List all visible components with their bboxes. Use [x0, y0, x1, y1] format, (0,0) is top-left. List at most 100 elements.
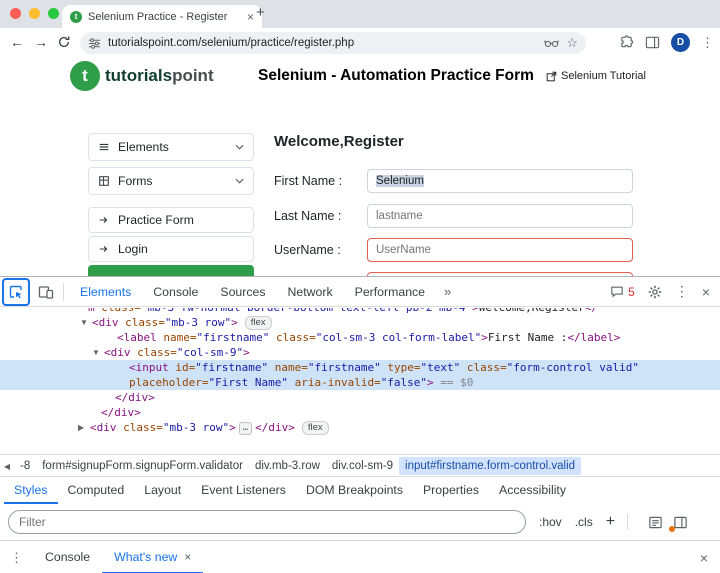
devtools-close-icon[interactable]: ×	[702, 284, 710, 300]
code-token: "mb-3 row"	[165, 316, 231, 329]
computed-sidebar-toggle-icon[interactable]	[673, 515, 688, 530]
code-token: "form-control valid"	[507, 361, 639, 374]
browser-menu-kebab-icon[interactable]: ⋮	[701, 35, 714, 51]
dom-tree-line[interactable]: ▼<div class="mb-3 row">flex	[0, 315, 720, 330]
profile-avatar[interactable]: D	[671, 33, 690, 52]
back-icon[interactable]: ←	[10, 34, 24, 50]
code-token: >	[231, 316, 238, 329]
practice-sidebar: Elements Forms Practice Form Login	[88, 133, 254, 265]
sidebar-item-practice-form[interactable]: Practice Form	[88, 207, 254, 233]
collapse-arrow-icon[interactable]: ▼	[92, 345, 100, 360]
toolbar-divider	[63, 283, 64, 301]
form-input-lastname[interactable]: lastname	[367, 204, 633, 228]
devtools-menu-kebab-icon[interactable]: ⋮	[675, 283, 689, 300]
devtools-settings-gear-icon[interactable]	[648, 285, 662, 299]
tab-title: Selenium Practice - Register	[88, 11, 241, 23]
flex-badge[interactable]: flex	[302, 421, 329, 435]
tutorialspoint-logo[interactable]: t tutorialspoint	[70, 61, 214, 91]
close-window-button[interactable]	[10, 8, 21, 19]
drawer-menu-kebab-icon[interactable]: ⋮	[0, 550, 33, 566]
rendering-options-icon[interactable]	[648, 515, 663, 530]
dom-tree-line[interactable]: ▼<div class="col-sm-9">	[0, 345, 720, 360]
expand-arrow-icon[interactable]: ▶	[78, 420, 84, 435]
sidebar-item-elements[interactable]: Elements	[88, 133, 254, 161]
collapse-arrow-icon[interactable]: ▼	[80, 315, 88, 330]
code-token: <div	[92, 316, 119, 329]
sidebar-item-forms[interactable]: Forms	[88, 167, 254, 195]
side-panel-icon[interactable]	[645, 35, 660, 50]
drawer-tab-console[interactable]: Console	[33, 541, 102, 573]
devtools-toolbar: ElementsConsoleSourcesNetworkPerformance…	[0, 277, 720, 307]
form-field-row: Last Name : lastname	[274, 204, 660, 228]
selenium-tutorial-link[interactable]: Selenium Tutorial	[546, 70, 646, 82]
extensions-puzzle-icon[interactable]	[619, 35, 634, 50]
styles-tab-dom-breakpoints[interactable]: DOM Breakpoints	[296, 477, 413, 504]
styles-filter-input[interactable]	[8, 510, 526, 534]
styles-tab-computed[interactable]: Computed	[58, 477, 135, 504]
zoom-window-button[interactable]	[48, 8, 59, 19]
breadcrumb-item[interactable]: input#firstname.form-control.valid	[399, 457, 581, 475]
reload-icon[interactable]	[57, 35, 71, 52]
drawer-close-icon[interactable]: ×	[688, 550, 720, 566]
styles-tab-properties[interactable]: Properties	[413, 477, 489, 504]
form-input-username[interactable]: UserName	[367, 238, 633, 262]
form-field-label: Last Name :	[274, 204, 341, 228]
dom-tree-line[interactable]: m class="mb-3 fw-normal border-bottom te…	[0, 308, 720, 315]
dom-tree-line[interactable]: placeholder="First Name" aria-invalid="f…	[0, 375, 720, 390]
devtools-tab-console[interactable]: Console	[142, 277, 209, 306]
devtools-tab-network[interactable]: Network	[277, 277, 344, 306]
breadcrumb-scroll-left-icon[interactable]: ◀	[0, 462, 14, 471]
bookmark-star-icon[interactable]: ☆	[566, 35, 578, 51]
forward-icon[interactable]: →	[34, 34, 48, 50]
devtools-drawer: ⋮ ConsoleWhat's new× ×	[0, 540, 720, 573]
drawer-tab-close-icon[interactable]: ×	[184, 550, 191, 564]
inspect-element-icon[interactable]	[4, 280, 28, 304]
styles-tab-accessibility[interactable]: Accessibility	[489, 477, 576, 504]
breadcrumb-items: -8form#signupForm.signupForm.validatordi…	[14, 455, 581, 477]
drawer-tabs: ConsoleWhat's new×	[33, 541, 203, 573]
reading-mode-icon[interactable]	[544, 37, 559, 49]
styles-tab-layout[interactable]: Layout	[134, 477, 191, 504]
browser-tab[interactable]: t Selenium Practice - Register ×	[62, 5, 262, 28]
breadcrumb-item[interactable]: div.mb-3.row	[249, 457, 326, 475]
breadcrumb-item[interactable]: form#signupForm.signupForm.validator	[36, 457, 249, 475]
dom-tree-line[interactable]: <input id="firstname" name="firstname" t…	[0, 360, 720, 375]
breadcrumb-item[interactable]: -8	[14, 457, 36, 475]
address-bar[interactable]: tutorialspoint.com/selenium/practice/reg…	[80, 32, 586, 54]
issues-count: 5	[628, 285, 635, 299]
url-text[interactable]: tutorialspoint.com/selenium/practice/reg…	[108, 37, 537, 49]
devtools-tab-sources[interactable]: Sources	[209, 277, 276, 306]
dom-tree-line[interactable]: </div>	[0, 390, 720, 405]
breadcrumb-item[interactable]: div.col-sm-9	[326, 457, 399, 475]
devtools-tabs: ElementsConsoleSourcesNetworkPerformance	[69, 277, 436, 306]
dom-tree-line[interactable]: ▶<div class="mb-3 row">…</div>flex	[0, 420, 720, 435]
more-tabs-icon[interactable]: »	[436, 284, 459, 299]
code-token: class=	[101, 308, 141, 314]
device-toolbar-icon[interactable]	[34, 280, 58, 304]
flex-badge[interactable]: flex	[245, 316, 272, 330]
dom-tree-line[interactable]: <label name="firstname" class="col-sm-3 …	[0, 330, 720, 345]
toggle-element-state-button[interactable]: :hov	[539, 515, 562, 529]
styles-tab-styles[interactable]: Styles	[4, 477, 58, 504]
selenium-tutorial-link-label: Selenium Tutorial	[561, 70, 646, 82]
styles-tab-event-listeners[interactable]: Event Listeners	[191, 477, 296, 504]
devtools-tab-performance[interactable]: Performance	[344, 277, 436, 306]
minimize-window-button[interactable]	[29, 8, 40, 19]
new-tab-button[interactable]: +	[256, 4, 265, 21]
new-style-rule-button[interactable]: +	[606, 513, 615, 531]
drawer-tab-what-s-new[interactable]: What's new×	[102, 541, 203, 573]
devtools-tab-elements[interactable]: Elements	[69, 277, 142, 306]
issues-button[interactable]: 5	[610, 285, 635, 299]
form-field-row: First Name :Selenium	[274, 169, 660, 193]
toolbar-right-icons: D ⋮	[619, 33, 714, 52]
sidebar-item-login[interactable]: Login	[88, 236, 254, 262]
chevron-down-icon	[235, 178, 244, 184]
form-input-firstname[interactable]: Selenium	[367, 169, 633, 193]
code-token: >	[427, 376, 434, 389]
code-token: </div>	[255, 421, 295, 434]
sidebar-item-register-partial[interactable]	[88, 265, 254, 276]
element-classes-button[interactable]: .cls	[575, 515, 593, 529]
site-settings-icon[interactable]	[88, 37, 101, 50]
tab-close-icon[interactable]: ×	[247, 10, 254, 24]
dom-tree-line[interactable]: </div>	[0, 405, 720, 420]
